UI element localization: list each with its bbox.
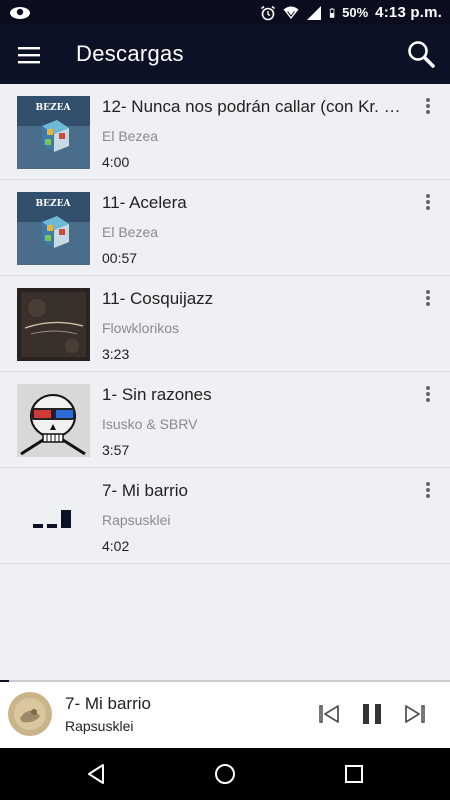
menu-icon[interactable] xyxy=(16,42,42,68)
mini-player[interactable]: 7- Mi barrio Rapsusklei xyxy=(0,682,450,748)
track-artist: Rapsusklei xyxy=(102,512,171,528)
more-options-icon[interactable] xyxy=(420,384,436,406)
more-options-icon[interactable] xyxy=(420,192,436,214)
equalizer-icon xyxy=(33,508,75,528)
album-art xyxy=(17,384,90,457)
track-row[interactable]: BEZEA 11- Acelera El Bezea 00:57 xyxy=(0,180,450,276)
skip-next-icon[interactable] xyxy=(403,702,427,726)
recents-icon[interactable] xyxy=(342,762,366,786)
album-art xyxy=(17,288,90,361)
more-options-icon[interactable] xyxy=(420,480,436,502)
svg-text:BEZEA: BEZEA xyxy=(36,199,72,209)
page-title: Descargas xyxy=(76,41,184,66)
track-duration: 3:23 xyxy=(102,346,130,362)
home-icon[interactable] xyxy=(213,762,237,786)
back-icon[interactable] xyxy=(84,762,108,786)
track-title: 11- Acelera xyxy=(102,193,187,212)
track-artist: El Bezea xyxy=(102,128,159,144)
track-duration: 3:57 xyxy=(102,442,130,458)
track-row[interactable]: 1- Sin razones Isusko & SBRV 3:57 xyxy=(0,372,450,468)
svg-text:BEZEA: BEZEA xyxy=(36,103,72,113)
track-list: BEZEA 12- Nunca nos podrán callar (con K… xyxy=(0,84,450,564)
now-playing-title: 7- Mi barrio xyxy=(65,694,151,713)
track-title: 11- Cosquijazz xyxy=(102,289,214,308)
track-title: 1- Sin razones xyxy=(102,385,212,404)
track-row[interactable]: BEZEA 12- Nunca nos podrán callar (con K… xyxy=(0,84,450,180)
wifi-icon xyxy=(283,6,299,19)
search-icon[interactable] xyxy=(406,39,436,69)
track-artist: Isusko & SBRV xyxy=(102,416,198,432)
status-bar: 50% 4:13 p.m. xyxy=(0,0,450,25)
track-title: 7- Mi barrio xyxy=(102,481,188,500)
track-artist: El Bezea xyxy=(102,224,159,240)
signal-icon xyxy=(307,5,322,20)
more-options-icon[interactable] xyxy=(420,96,436,118)
system-navigation-bar xyxy=(0,748,450,800)
battery-percentage: 50% xyxy=(342,5,369,20)
track-artist: Flowklorikos xyxy=(102,320,180,336)
alarm-icon xyxy=(261,5,276,20)
track-duration: 4:00 xyxy=(102,154,130,170)
album-art: BEZEA xyxy=(17,96,90,169)
album-art: BEZEA xyxy=(17,192,90,265)
notification-app-icon xyxy=(10,7,30,19)
now-playing-artist: Rapsusklei xyxy=(65,718,134,734)
battery-icon xyxy=(330,7,335,18)
now-playing-art xyxy=(8,692,52,736)
track-duration: 00:57 xyxy=(102,250,138,266)
clock: 4:13 p.m. xyxy=(375,4,442,21)
app-bar: Descargas xyxy=(0,25,450,84)
track-title: 12- Nunca nos podrán callar (con Kr. Fab… xyxy=(102,97,407,116)
track-row[interactable]: 11- Cosquijazz Flowklorikos 3:23 xyxy=(0,276,450,372)
track-duration: 4:02 xyxy=(102,538,130,554)
skip-previous-icon[interactable] xyxy=(317,702,341,726)
track-row-playing[interactable]: 7- Mi barrio Rapsusklei 4:02 xyxy=(0,468,450,564)
pause-icon[interactable] xyxy=(360,702,384,726)
more-options-icon[interactable] xyxy=(420,288,436,310)
